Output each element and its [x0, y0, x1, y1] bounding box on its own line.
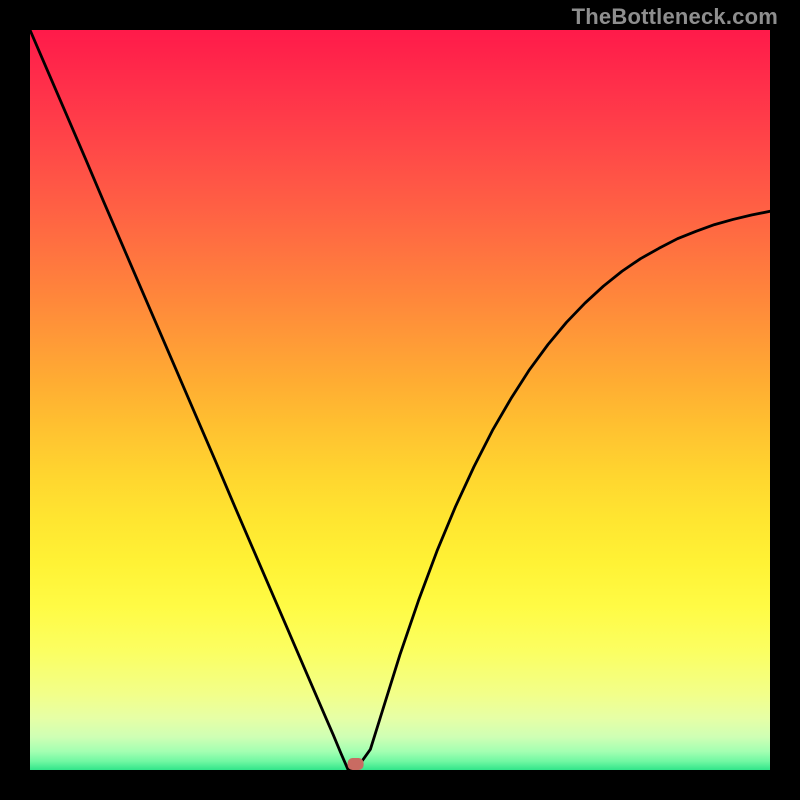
plot-area [30, 30, 770, 770]
watermark-text: TheBottleneck.com [572, 4, 778, 30]
chart-frame: TheBottleneck.com [0, 0, 800, 800]
chart-svg [30, 30, 770, 770]
optimal-point-marker [348, 758, 364, 770]
